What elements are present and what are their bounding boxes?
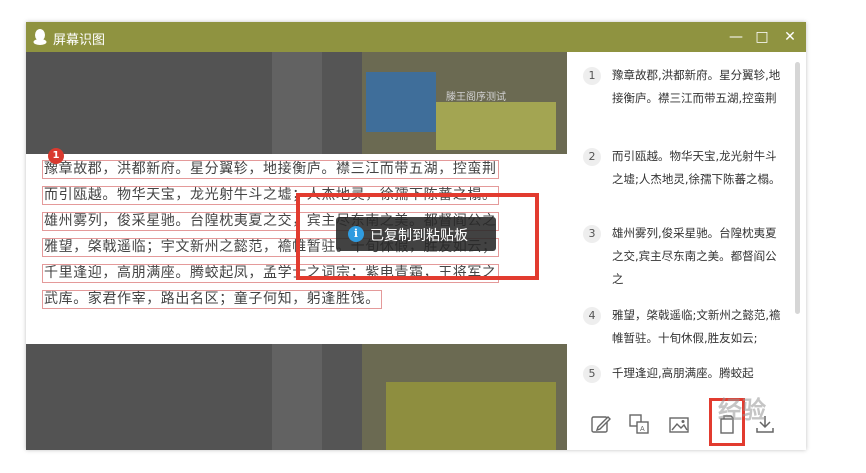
item-number: 5 [583, 365, 601, 383]
image-icon[interactable] [667, 412, 691, 436]
scrollbar[interactable] [795, 62, 800, 314]
svg-text:A: A [640, 426, 645, 433]
window-title: 屏幕识图 [53, 33, 106, 48]
screenshot-preview[interactable]: 滕王阁序测试 豫章故郡，洪都新府。星分翼轸，地接衡庐。襟三江而带五湖，控蛮荆 而… [26, 52, 567, 450]
item-number: 3 [583, 225, 601, 243]
item-number: 4 [583, 307, 601, 325]
edit-icon[interactable] [589, 412, 613, 436]
translate-icon[interactable]: A [627, 412, 651, 436]
item-text: 千理逢迎,高朋满座。腾蛟起 [612, 366, 754, 380]
toast-message: 已复制到粘贴板 [370, 228, 468, 244]
ocr-text-line[interactable]: 武库。家君作宰，路出名区；童子何知，躬逢胜饯。 [42, 290, 382, 309]
result-panel: 1 豫章故郡,洪都新府。星分翼轸,地接衡庐。襟三江而带五湖,控蛮荆 2 而引瓯越… [567, 52, 806, 450]
info-icon: i [348, 226, 364, 242]
item-number: 1 [583, 67, 601, 85]
paragraph-number-badge: 1 [48, 148, 64, 164]
maximize-button[interactable]: □ [752, 27, 772, 47]
title-bar[interactable]: 屏幕识图 — □ ✕ [26, 22, 806, 52]
background-photo-part [436, 102, 556, 150]
screen-ocr-window: 屏幕识图 — □ ✕ 滕王阁序测试 豫章故郡，洪都新府。星分翼轸，地接衡庐。襟三… [26, 22, 806, 450]
item-text: 雅望，棨戟遥临;文新州之懿范,襜帷暂驻。十旬休假,胜友如云; [612, 308, 781, 345]
copied-toast: i 已复制到粘贴板 [336, 217, 496, 251]
result-toolbar: A [567, 398, 806, 450]
item-text: 而引瓯越。物华天宝,龙光射牛斗之墟;人杰地灵,徐孺下陈蕃之榻。 [612, 149, 781, 186]
close-button[interactable]: ✕ [780, 27, 800, 47]
item-text: 雄州雾列,俊采星驰。台隍枕夷夏之交,宾主尽东南之美。都督阎公之 [612, 226, 777, 286]
penguin-logo-icon [33, 29, 47, 45]
result-item[interactable]: 5 千理逢迎,高朋满座。腾蛟起 [583, 365, 783, 387]
background-caption: 滕王阁序测试 [446, 92, 506, 103]
background-photo-part [366, 72, 436, 132]
item-number: 2 [583, 148, 601, 166]
ocr-text-line[interactable]: 豫章故郡，洪都新府。星分翼轸，地接衡庐。襟三江而带五湖，控蛮荆 [42, 160, 499, 179]
background-photo-part [386, 382, 556, 450]
minimize-button[interactable]: — [726, 27, 746, 47]
watermark: 经验 [718, 396, 766, 424]
item-text: 豫章故郡,洪都新府。星分翼轸,地接衡庐。襟三江而带五湖,控蛮荆 [612, 68, 781, 105]
